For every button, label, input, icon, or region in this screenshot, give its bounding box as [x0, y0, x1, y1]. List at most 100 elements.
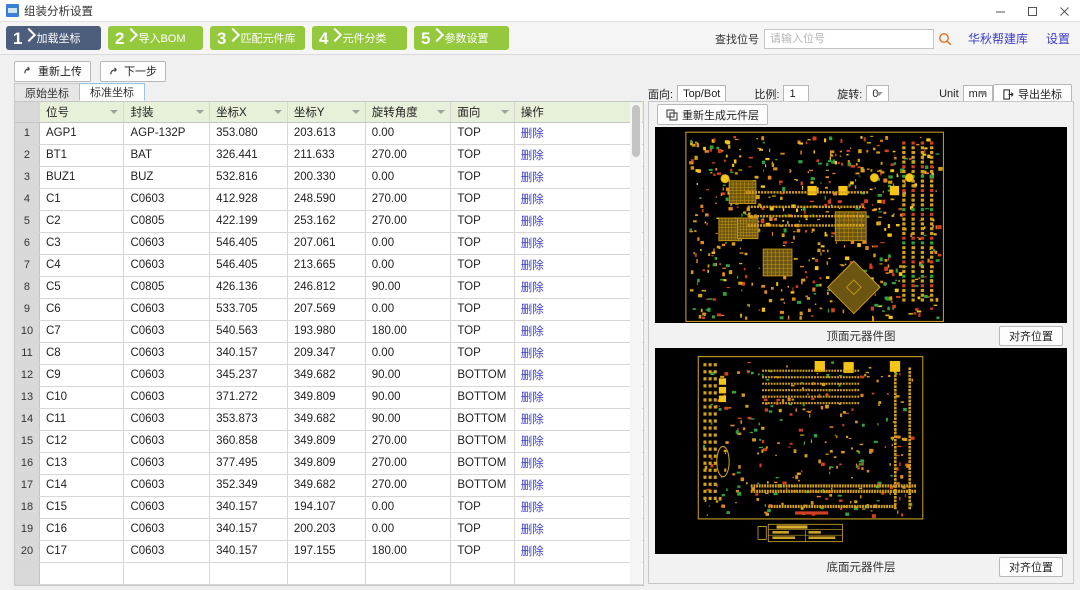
cell-package: BUZ — [123, 166, 211, 189]
table-row[interactable] — [15, 562, 643, 585]
delete-row-link[interactable]: 删除 — [521, 546, 544, 558]
maximize-icon[interactable] — [1016, 0, 1048, 22]
column-header-coord-y[interactable]: 坐标Y — [287, 102, 366, 123]
cell-side: TOP — [450, 254, 515, 277]
step-4-classify-parts[interactable]: 4 元件分类 — [312, 26, 407, 50]
table-row[interactable]: 3 BUZ1 BUZ 532.816 200.330 0.00 TOP 删除 — [15, 166, 643, 189]
align-position-button-bottom[interactable]: 对齐位置 — [999, 556, 1063, 577]
cell-side: BOTTOM — [450, 474, 515, 497]
delete-row-link[interactable]: 删除 — [521, 150, 544, 162]
table-row[interactable]: 9 C6 C0603 533.705 207.569 0.00 TOP 删除 — [15, 298, 643, 321]
step-1-load-coordinates[interactable]: 1 加载坐标 — [6, 26, 101, 50]
delete-row-link[interactable]: 删除 — [521, 414, 544, 426]
step-2-import-bom[interactable]: 2 导入BOM — [108, 26, 203, 50]
table-row[interactable]: 11 C8 C0603 340.157 209.347 0.00 TOP 删除 — [15, 342, 643, 365]
brand-library-link[interactable]: 华秋帮建库 — [968, 30, 1028, 47]
top-layer-render — [655, 127, 1067, 324]
delete-row-link[interactable]: 删除 — [521, 260, 544, 272]
search-icon[interactable] — [934, 29, 956, 49]
search-input[interactable] — [763, 28, 934, 49]
table-row[interactable]: 7 C4 C0603 546.405 213.665 0.00 TOP 删除 — [15, 254, 643, 277]
cell-designator: BUZ1 — [39, 166, 125, 189]
column-header-coord-x[interactable]: 坐标X — [209, 102, 288, 123]
filter-icon[interactable] — [351, 109, 360, 114]
table-vertical-scrollbar[interactable] — [630, 103, 642, 584]
step-label: 匹配元件库 — [240, 33, 296, 45]
delete-row-link[interactable]: 删除 — [521, 502, 544, 514]
column-header-designator[interactable]: 位号 — [39, 102, 125, 123]
top-layer-canvas[interactable] — [655, 127, 1067, 324]
cell-coord-x: 352.349 — [209, 474, 288, 497]
table-row[interactable]: 5 C2 C0805 422.199 253.162 270.00 TOP 删除 — [15, 210, 643, 233]
column-header-side[interactable]: 面向 — [450, 102, 515, 123]
table-row[interactable]: 1 AGP1 AGP-132P 353.080 203.613 0.00 TOP 删除 — [15, 122, 643, 145]
delete-row-link[interactable]: 删除 — [521, 480, 544, 492]
cell-package: C0603 — [123, 320, 211, 343]
filter-icon[interactable] — [110, 109, 119, 114]
cell-coord-x: 532.816 — [209, 166, 288, 189]
scrollbar-thumb[interactable] — [632, 105, 640, 157]
table-row[interactable]: 17 C14 C0603 352.349 349.682 270.00 BOTTOM 删除 — [15, 474, 643, 497]
chevron-right-icon — [432, 26, 441, 50]
table-row[interactable]: 20 C17 C0603 340.157 197.155 180.00 TOP 删除 — [15, 540, 643, 563]
cell-side: TOP — [450, 320, 515, 343]
table-row[interactable]: 14 C11 C0603 353.873 349.682 90.00 BOTTOM 删除 — [15, 408, 643, 431]
delete-row-link[interactable]: 删除 — [521, 238, 544, 250]
delete-row-link[interactable]: 删除 — [521, 392, 544, 404]
table-row[interactable]: 12 C9 C0603 345.237 349.682 90.00 BOTTOM 删除 — [15, 364, 643, 387]
bottom-layer-canvas[interactable] — [655, 348, 1067, 555]
table-row[interactable]: 15 C12 C0603 360.858 349.809 270.00 BOTTOM 删除 — [15, 430, 643, 453]
settings-link[interactable]: 设置 — [1046, 30, 1070, 47]
delete-row-link[interactable]: 删除 — [521, 282, 544, 294]
table-row[interactable]: 2 BT1 BAT 326.441 211.633 270.00 TOP 删除 — [15, 144, 643, 167]
filter-icon[interactable] — [437, 109, 446, 114]
reupload-button[interactable]: 重新上传 — [14, 60, 91, 82]
table-row[interactable]: 16 C13 C0603 377.495 349.809 270.00 BOTTOM 删除 — [15, 452, 643, 475]
tab-original-coordinates[interactable]: 原始坐标 — [14, 83, 80, 101]
table-row[interactable]: 8 C5 C0805 426.136 246.812 90.00 TOP 删除 — [15, 276, 643, 299]
table-row[interactable]: 13 C10 C0603 371.272 349.809 90.00 BOTTOM 删除 — [15, 386, 643, 409]
delete-row-link[interactable]: 删除 — [521, 172, 544, 184]
next-step-label: 下一步 — [124, 66, 157, 78]
tab-standard-coordinates[interactable]: 标准坐标 — [79, 83, 145, 101]
table-row[interactable]: 6 C3 C0603 546.405 207.061 0.00 TOP 删除 — [15, 232, 643, 255]
row-number-cell: 15 — [15, 430, 40, 453]
column-header-package[interactable]: 封装 — [123, 102, 211, 123]
row-number-cell: 1 — [15, 122, 40, 145]
delete-row-link[interactable]: 删除 — [521, 216, 544, 228]
delete-row-link[interactable]: 删除 — [521, 458, 544, 470]
close-icon[interactable] — [1048, 0, 1080, 22]
filter-icon[interactable] — [196, 109, 205, 114]
align-position-button-top[interactable]: 对齐位置 — [999, 325, 1063, 346]
table-row[interactable]: 10 C7 C0603 540.563 193.980 180.00 TOP 删除 — [15, 320, 643, 343]
regenerate-row: 重新生成元件层 — [649, 102, 1073, 127]
table-row[interactable]: 18 C15 C0603 340.157 194.107 0.00 TOP 删除 — [15, 496, 643, 519]
delete-row-link[interactable]: 删除 — [521, 128, 544, 140]
tab-label: 原始坐标 — [25, 87, 69, 100]
delete-row-link[interactable]: 删除 — [521, 524, 544, 536]
delete-row-link[interactable]: 删除 — [521, 194, 544, 206]
table-row[interactable]: 4 C1 C0603 412.928 248.590 270.00 TOP 删除 — [15, 188, 643, 211]
cell-designator: C1 — [39, 188, 125, 211]
cell-operation: 删除 — [514, 320, 643, 343]
minimize-icon[interactable] — [984, 0, 1016, 22]
cell-package: C0603 — [123, 298, 211, 321]
delete-row-link[interactable]: 删除 — [521, 326, 544, 338]
bottom-caption-row: 底面元器件层 对齐位置 — [655, 554, 1067, 579]
cell-package: C0603 — [123, 254, 211, 277]
regenerate-layer-button[interactable]: 重新生成元件层 — [657, 104, 768, 125]
delete-row-link[interactable]: 删除 — [521, 436, 544, 448]
delete-row-link[interactable]: 删除 — [521, 370, 544, 382]
filter-icon[interactable] — [500, 109, 509, 114]
cell-side: BOTTOM — [450, 386, 515, 409]
step-5-parameter-settings[interactable]: 5 参数设置 — [414, 26, 509, 50]
column-header-rotation[interactable]: 旋转角度 — [365, 102, 452, 123]
step-3-match-library[interactable]: 3 匹配元件库 — [210, 26, 305, 50]
step-number: 1 — [13, 28, 23, 48]
delete-row-link[interactable]: 删除 — [521, 304, 544, 316]
delete-row-link[interactable]: 删除 — [521, 348, 544, 360]
filter-icon[interactable] — [273, 109, 282, 114]
next-step-button[interactable]: 下一步 — [100, 60, 166, 82]
table-row[interactable]: 19 C16 C0603 340.157 200.203 0.00 TOP 删除 — [15, 518, 643, 541]
cell-side: TOP — [450, 122, 515, 145]
